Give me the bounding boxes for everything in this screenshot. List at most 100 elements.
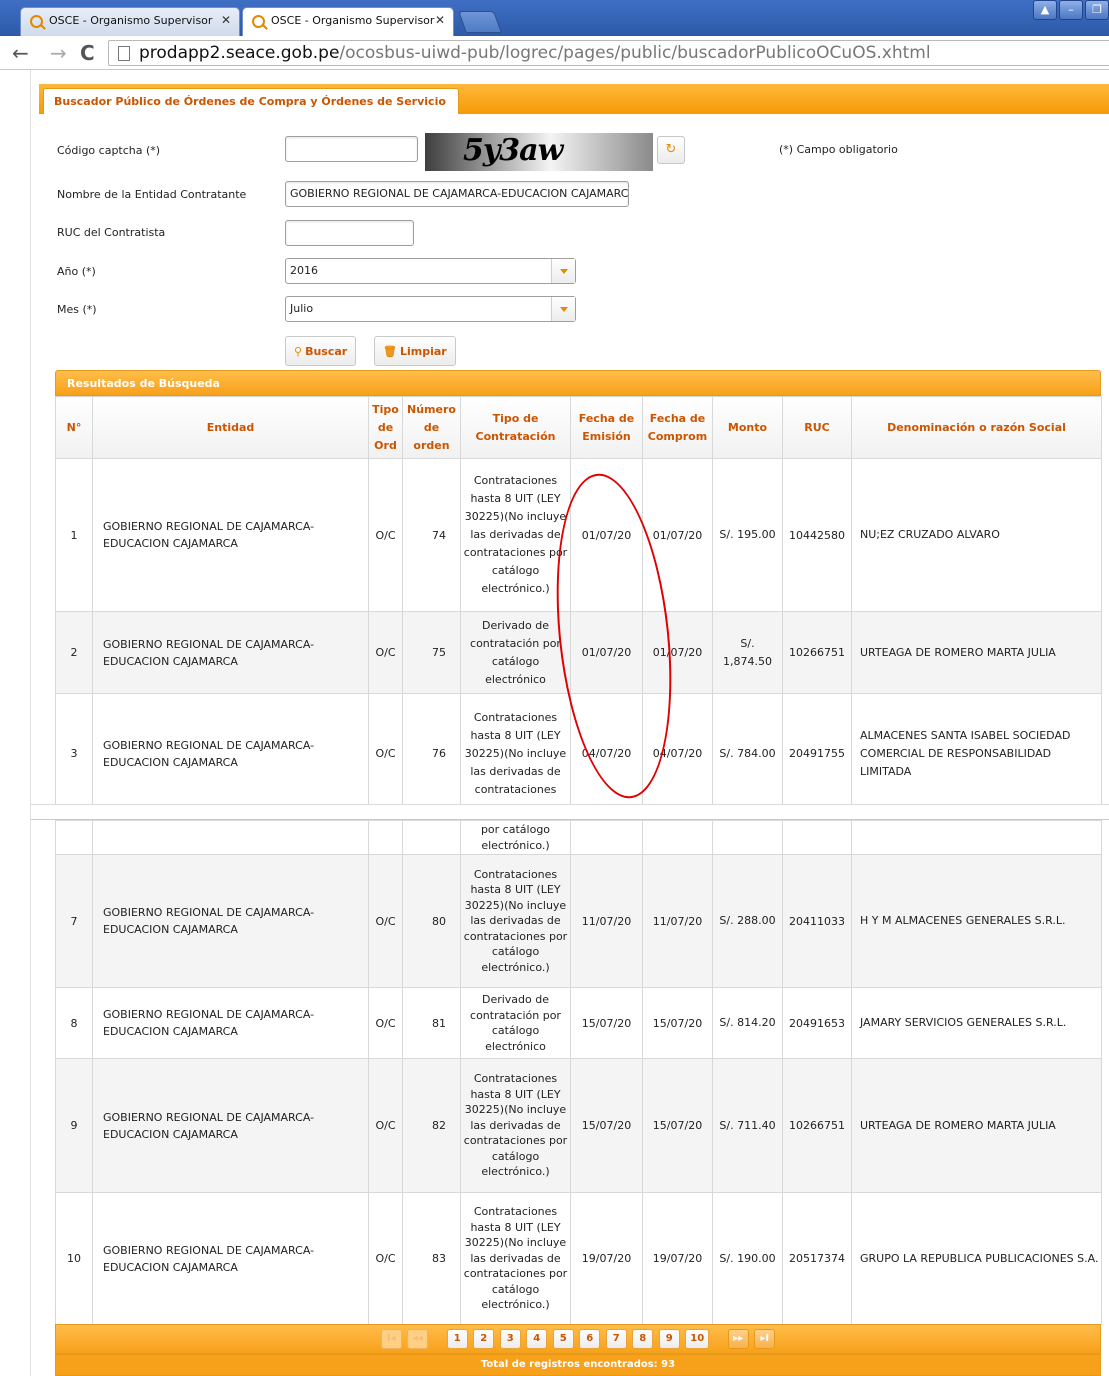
cell-fecha-compromiso: 19/07/20 [642,1192,713,1325]
cell-ruc: 20517374 [782,1192,852,1325]
browser-tab-1[interactable]: OSCE - Organismo Supervisor ✕ [20,7,240,36]
cell-fecha-emision: 01/07/20 [570,611,643,694]
refresh-captcha-button[interactable]: ↻ [657,136,685,164]
cell-monto: S/. 195.00 [712,458,783,612]
table-row: por catálogo electrónico.) [55,820,1102,855]
page-button[interactable]: 1 [446,1329,468,1349]
column-header[interactable]: Número de orden [402,396,461,459]
table-row[interactable]: 2 GOBIERNO REGIONAL DE CAJAMARCA-EDUCACI… [55,611,1102,694]
captcha-text: 5y3aw [463,133,563,168]
refresh-icon: ↻ [665,142,677,157]
table-row[interactable]: 10 GOBIERNO REGIONAL DE CAJAMARCA-EDUCAC… [55,1192,1102,1325]
column-header[interactable]: Fecha de Comprom [642,396,713,459]
last-page-button[interactable]: ▸I [754,1329,776,1349]
captcha-input[interactable] [285,136,418,162]
cell-monto: S/. 288.00 [712,854,783,988]
back-arrow-icon[interactable]: ← [12,41,29,65]
minimize-icon[interactable]: – [1059,0,1083,20]
cell-numero-orden: 82 [402,1058,461,1193]
page-button[interactable]: 2 [473,1329,495,1349]
prev-page-button[interactable]: ◂◂ [407,1329,429,1349]
pagination: I◂ ◂◂ 1 2 3 4 5 6 7 8 9 10 ▸▸ ▸I [55,1324,1101,1354]
cell-tipo-contratacion: Contrataciones hasta 8 UIT (LEY 30225)(N… [460,693,571,814]
page-icon [118,46,130,61]
page-button[interactable]: 8 [632,1329,654,1349]
cell-fecha-compromiso: 15/07/20 [642,1058,713,1193]
next-page-button[interactable]: ▸▸ [727,1329,749,1349]
page-button[interactable]: 9 [658,1329,680,1349]
cell-razon-social: NU;EZ CRUZADO ALVARO [851,458,1102,612]
new-tab-button[interactable] [457,11,503,33]
cell-tipo-contratacion: Contrataciones hasta 8 UIT (LEY 30225)(N… [460,1192,571,1325]
cell-monto: S/. 814.20 [712,987,783,1059]
tab-buscador-publico[interactable]: Buscador Público de Órdenes de Compra y … [43,88,459,114]
cell-fecha-emision: 01/07/20 [570,458,643,612]
close-icon[interactable]: ✕ [435,13,445,27]
cell-tipo-orden: O/C [368,1058,403,1193]
ruc-input[interactable] [285,220,414,246]
search-icon: ⚲ [294,345,303,358]
cell-tipo-orden: O/C [368,458,403,612]
column-header[interactable]: Tipo de Contratación [460,396,571,459]
cell-fecha-emision: 15/07/20 [570,987,643,1059]
table-row[interactable]: 9 GOBIERNO REGIONAL DE CAJAMARCA-EDUCACI… [55,1058,1102,1193]
page-button[interactable]: 3 [499,1329,521,1349]
page-button[interactable]: 6 [579,1329,601,1349]
cell-ruc: 10266751 [782,611,852,694]
page-button[interactable]: 5 [552,1329,574,1349]
month-select[interactable]: Julio [285,296,576,322]
chevron-down-icon[interactable] [551,259,575,283]
table-row[interactable]: 3 GOBIERNO REGIONAL DE CAJAMARCA-EDUCACI… [55,693,1102,814]
cell-fecha-emision: 11/07/20 [570,854,643,988]
cell-razon-social: URTEAGA DE ROMERO MARTA JULIA [851,1058,1102,1193]
month-label: Mes (*) [57,303,97,316]
address-bar[interactable]: prodapp2.seace.gob.pe/ocosbus-uiwd-pub/l… [108,40,1109,66]
cell-monto: S/. 190.00 [712,1192,783,1325]
cell-fecha-emision: 15/07/20 [570,1058,643,1193]
column-header[interactable]: Fecha de Emisión [570,396,643,459]
close-icon[interactable]: ✕ [221,13,231,27]
cell-razon-social: URTEAGA DE ROMERO MARTA JULIA [851,611,1102,694]
page-button[interactable]: 4 [526,1329,548,1349]
cell-entidad: GOBIERNO REGIONAL DE CAJAMARCA-EDUCACION… [92,854,369,988]
restore-icon[interactable]: ❐ [1085,0,1109,20]
search-button-label: Buscar [305,345,348,358]
cell-fecha-compromiso: 11/07/20 [642,854,713,988]
reload-icon[interactable]: C [80,41,95,65]
cell-n: 1 [55,458,93,612]
column-header[interactable]: RUC [782,396,852,459]
search-button[interactable]: ⚲ Buscar [285,336,357,366]
chevron-down-icon[interactable] [551,297,575,321]
cell-tipo-contratacion: Derivado de contratación por catálogo el… [460,611,571,694]
cell-n: 2 [55,611,93,694]
column-header[interactable]: Denominación o razón Social [851,396,1102,459]
cell-n: 3 [55,693,93,814]
page-button[interactable]: 10 [685,1329,710,1349]
search-favicon-icon [30,15,43,28]
trash-icon: 🗑 [383,345,397,358]
first-page-button[interactable]: I◂ [380,1329,402,1349]
cell-entidad: GOBIERNO REGIONAL DE CAJAMARCA-EDUCACION… [92,987,369,1059]
column-header[interactable]: N° [55,396,93,459]
table-row[interactable]: 8 GOBIERNO REGIONAL DE CAJAMARCA-EDUCACI… [55,987,1102,1059]
table-row[interactable]: 7 GOBIERNO REGIONAL DE CAJAMARCA-EDUCACI… [55,854,1102,988]
cell-entidad: GOBIERNO REGIONAL DE CAJAMARCA-EDUCACION… [92,458,369,612]
forward-arrow-icon[interactable]: → [50,41,67,65]
clear-button-label: Limpiar [399,345,447,358]
clear-button[interactable]: 🗑 Limpiar [374,336,456,366]
entity-label: Nombre de la Entidad Contratante [57,188,247,201]
main-tab-strip: Buscador Público de Órdenes de Compra y … [39,84,1109,114]
page-button[interactable]: 7 [605,1329,627,1349]
year-select[interactable]: 2016 [285,258,576,284]
results-header: Resultados de Búsqueda [55,370,1101,396]
user-icon[interactable]: ▲ [1033,0,1057,20]
cell-ruc: 20411033 [782,854,852,988]
browser-tab-2[interactable]: OSCE - Organismo Supervisor ✕ [242,7,454,36]
column-header[interactable]: Monto [712,396,783,459]
entity-input[interactable]: GOBIERNO REGIONAL DE CAJAMARCA-EDUCACION… [285,181,629,207]
browser-tab-title: OSCE - Organismo Supervisor [49,14,213,27]
table-row[interactable]: 1 GOBIERNO REGIONAL DE CAJAMARCA-EDUCACI… [55,458,1102,612]
cell-n: 8 [55,987,93,1059]
column-header[interactable]: Entidad [92,396,369,459]
column-header[interactable]: Tipo de Ord [368,396,403,459]
